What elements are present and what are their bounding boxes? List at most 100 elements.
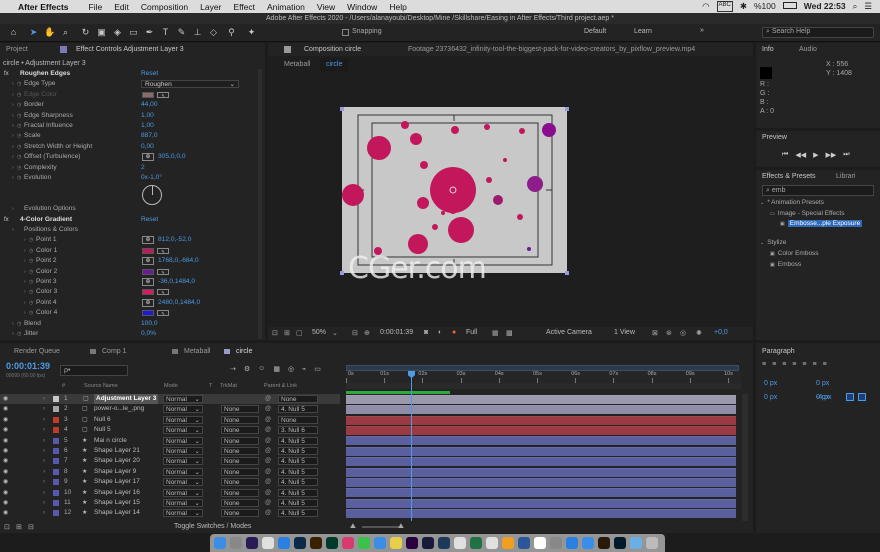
trkmat-select[interactable]: None <box>221 405 259 414</box>
chevron-right-icon[interactable]: › <box>12 111 14 121</box>
pick-whip-icon[interactable]: @ <box>265 415 271 425</box>
preview-icon[interactable]: ⊡ <box>272 329 278 337</box>
eraser-tool-icon[interactable]: ◇ <box>208 27 219 38</box>
region-of-interest-icon[interactable]: ▦ <box>492 329 499 337</box>
graph-editor-icon[interactable]: ⌁ <box>302 365 306 373</box>
layer-name[interactable]: Adjustment Layer 3 <box>94 394 159 405</box>
expand-icon[interactable]: › <box>43 467 45 477</box>
comp-timecode[interactable]: 0:00:01:39 <box>380 329 413 336</box>
chevron-right-icon[interactable]: › <box>24 308 26 318</box>
timeline-tab-render-queue[interactable]: Render Queue <box>14 345 60 358</box>
label-color[interactable] <box>53 448 59 454</box>
point-value[interactable]: 305,0,0,0 <box>158 152 186 162</box>
mode-select[interactable]: Normal ⌄ <box>163 395 203 403</box>
tab-effects-presets[interactable]: Effects & Presets <box>762 170 816 183</box>
reset-link[interactable]: Reset <box>141 69 158 79</box>
finder-icon[interactable] <box>214 537 226 549</box>
preset-item[interactable]: ⌄ Stylize <box>760 238 786 248</box>
menu-composition[interactable]: Composition <box>141 2 188 12</box>
chevron-right-icon[interactable]: › <box>12 173 14 183</box>
fit-icon[interactable]: ⊟ <box>352 329 358 337</box>
type-tool-icon[interactable]: T <box>160 27 171 38</box>
eye-icon[interactable]: ◉ <box>3 425 8 435</box>
layer-name[interactable]: Mai n circle <box>94 436 127 446</box>
trkmat-select[interactable]: None <box>221 509 259 518</box>
crosshair-icon[interactable]: ⊕ <box>142 153 154 162</box>
label-color[interactable] <box>53 458 59 465</box>
label-color[interactable] <box>53 489 59 496</box>
indent-right-field[interactable]: 0 px <box>816 380 829 387</box>
eye-icon[interactable]: ◉ <box>3 508 8 518</box>
transform-handle[interactable] <box>565 107 569 111</box>
pick-whip-icon[interactable]: @ <box>265 477 271 487</box>
safari-icon[interactable] <box>278 537 290 549</box>
layer-row[interactable]: ◉ › 6 ★ Shape Layer 21 Normal ⌄ None @4. Null 5 <box>0 446 340 456</box>
play-icon[interactable]: ▶ <box>813 151 818 159</box>
brush-tool-icon[interactable]: ✎ <box>176 27 187 38</box>
eyedropper-icon[interactable]: ✎ <box>157 247 169 254</box>
spotlight-icon[interactable]: ⌕ <box>853 1 858 12</box>
stopwatch-icon[interactable]: ◷ <box>17 152 21 162</box>
layer-duration-bar[interactable] <box>346 477 736 487</box>
first-line-indent-field[interactable]: 0 px <box>764 394 777 401</box>
chevron-right-icon[interactable]: › <box>24 235 26 245</box>
stopwatch-icon[interactable]: ◷ <box>29 256 33 266</box>
mode-select[interactable]: Normal ⌄ <box>163 467 203 476</box>
mode-select[interactable]: Normal ⌄ <box>163 415 203 424</box>
layer-duration-bar[interactable] <box>346 467 736 477</box>
menu-window[interactable]: Window <box>347 2 377 12</box>
pick-whip-icon[interactable]: @ <box>265 446 271 456</box>
eye-icon[interactable]: ◉ <box>3 394 8 404</box>
stopwatch-icon[interactable]: ◷ <box>29 246 33 256</box>
layer-row[interactable]: ◉ › 9 ★ Shape Layer 17 Normal ⌄ None @4. Null 5 <box>0 477 340 487</box>
chevron-right-icon[interactable]: › <box>12 131 14 141</box>
render-icon[interactable]: ▭ <box>314 365 321 373</box>
pick-whip-icon[interactable]: @ <box>265 404 271 414</box>
wifi-icon[interactable]: ◠ <box>702 1 709 12</box>
stopwatch-icon[interactable]: ◷ <box>29 235 33 245</box>
parent-select[interactable]: 4. Null 5 <box>278 478 318 487</box>
eye-icon[interactable]: ◉ <box>3 467 8 477</box>
trkmat-select[interactable]: None <box>221 499 259 507</box>
mode-select[interactable]: Normal ⌄ <box>163 436 203 445</box>
chevron-right-icon[interactable]: › <box>12 225 14 235</box>
parent-select[interactable]: 4. Null 5 <box>278 509 318 518</box>
parent-select[interactable]: 4. Null 5 <box>278 499 318 507</box>
chevron-right-icon[interactable]: › <box>12 100 14 110</box>
justify-right-icon[interactable]: ≡ <box>812 361 816 368</box>
mode-select[interactable]: Normal ⌄ <box>163 457 203 466</box>
comp-canvas[interactable] <box>342 107 567 273</box>
layer-name[interactable]: Shape Layer 20 <box>94 456 140 466</box>
mail-icon[interactable] <box>374 537 386 549</box>
system-prefs-icon[interactable] <box>550 537 562 549</box>
eye-icon[interactable]: ◉ <box>3 498 8 508</box>
trash-icon[interactable] <box>646 537 658 549</box>
chevron-right-icon[interactable]: › <box>12 142 14 152</box>
effects-search-input[interactable]: ⌕ emb <box>762 185 874 196</box>
stopwatch-icon[interactable]: ◷ <box>17 329 21 339</box>
label-color[interactable] <box>53 406 59 413</box>
property-value[interactable]: 100,0 <box>141 319 158 329</box>
workspace-default[interactable]: Default <box>584 28 606 35</box>
parent-select[interactable]: None <box>278 415 318 424</box>
sketch-icon[interactable] <box>502 537 514 549</box>
property-value[interactable]: 0x-1,0° <box>141 173 162 183</box>
pen-tool-icon[interactable]: ✒ <box>144 27 155 38</box>
fx-toggle-icon[interactable]: fx <box>4 215 9 225</box>
eye-icon[interactable]: ◉ <box>3 456 8 466</box>
mode-select[interactable]: Normal ⌄ <box>163 509 203 518</box>
trkmat-select[interactable]: None <box>221 447 259 455</box>
layer-row[interactable]: ◉ › 8 ★ Shape Layer 9 Normal ⌄ None @4. Null 5 <box>0 467 340 477</box>
expand-icon[interactable]: › <box>43 404 45 414</box>
justify-left-icon[interactable]: ≡ <box>792 361 796 368</box>
layer-row[interactable]: ◉ › 10 ★ Shape Layer 16 Normal ⌄ None @4. Null 5 <box>0 488 340 498</box>
expand-icon[interactable]: › <box>43 394 45 404</box>
layer-name[interactable]: Null 5 <box>94 425 111 435</box>
stopwatch-icon[interactable]: ◷ <box>17 319 21 329</box>
lightroom-icon[interactable] <box>614 537 626 549</box>
eye-icon[interactable]: ◉ <box>3 477 8 487</box>
stopwatch-icon[interactable]: ◷ <box>17 131 21 141</box>
chevron-right-icon[interactable]: › <box>12 319 14 329</box>
clock[interactable]: Wed 22:53 <box>804 1 846 12</box>
clone-stamp-tool-icon[interactable]: ⊥ <box>192 27 203 38</box>
